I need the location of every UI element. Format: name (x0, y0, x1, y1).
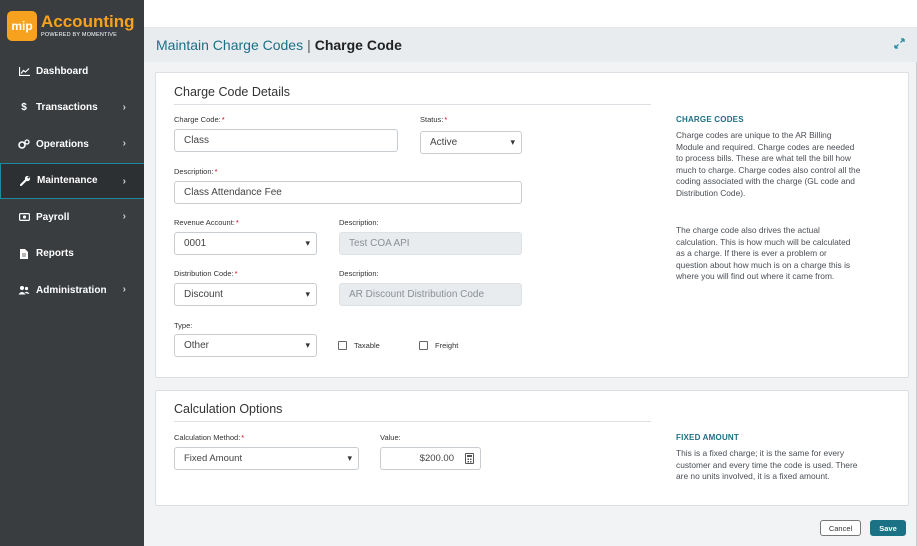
divider (174, 104, 651, 105)
main-content: Charge Code Details Charge Code:* Class … (144, 62, 917, 546)
calculation-method-label: Calculation Method:* (174, 433, 245, 442)
logo-text: Accounting POWERED BY MOMENTIVE (41, 13, 135, 39)
users-icon (17, 285, 31, 295)
sidebar-item-label: Payroll (36, 211, 70, 223)
money-icon (17, 213, 31, 222)
chevron-right-icon: › (122, 175, 126, 187)
checkbox-box[interactable] (419, 341, 428, 350)
taxable-label: Taxable (354, 341, 380, 350)
sidebar-item-dashboard[interactable]: Dashboard (0, 53, 144, 90)
description-input[interactable]: Class Attendance Fee (174, 181, 522, 204)
chevron-right-icon: › (122, 211, 126, 222)
cancel-button[interactable]: Cancel (820, 520, 861, 536)
charge-code-input[interactable]: Class (174, 129, 398, 152)
revenue-description-field: Test COA API (339, 232, 522, 255)
divider (174, 421, 651, 422)
status-select[interactable]: Active (420, 131, 522, 154)
chevron-right-icon: › (122, 101, 126, 113)
revenue-description-label: Description: (339, 218, 379, 227)
chart-line-icon (17, 66, 31, 76)
checkbox-box[interactable] (338, 341, 347, 350)
distribution-code-select[interactable]: Discount (174, 283, 317, 306)
chevron-right-icon: › (122, 138, 126, 149)
calculation-options-card: Calculation Options Calculation Method:*… (155, 390, 909, 506)
charge-code-label: Charge Code:* (174, 115, 225, 124)
app-logo[interactable]: mip Accounting POWERED BY MOMENTIVE (7, 10, 135, 42)
expand-icon[interactable] (894, 38, 905, 52)
distribution-description-label: Description: (339, 269, 379, 278)
distribution-code-label: Distribution Code:* (174, 269, 238, 278)
file-icon (17, 248, 31, 259)
type-label: Type: (174, 321, 193, 330)
breadcrumb[interactable]: Maintain Charge Codes (156, 37, 303, 53)
save-button[interactable]: Save (870, 520, 906, 536)
revenue-account-label: Revenue Account:* (174, 218, 239, 227)
breadcrumb-separator: | (307, 37, 311, 53)
value-text: $200.00 (419, 453, 454, 464)
page-header: Maintain Charge Codes | Charge Code (144, 28, 917, 62)
taxable-checkbox[interactable]: Taxable (338, 341, 380, 350)
help-paragraph: Charge codes are unique to the AR Billin… (676, 130, 861, 198)
help-title: FIXED AMOUNT (676, 433, 739, 442)
description-label: Description:* (174, 167, 218, 176)
app-name: Accounting (41, 12, 135, 31)
calculator-icon[interactable] (465, 453, 474, 464)
sidebar-item-label: Reports (36, 248, 74, 260)
value-input[interactable]: $200.00 (380, 447, 481, 470)
dollar-icon: $ (21, 102, 27, 114)
logo-mark: mip (7, 11, 37, 41)
powered-by: POWERED BY MOMENTIVE (41, 32, 118, 38)
wrench-icon (18, 175, 32, 187)
help-title: CHARGE CODES (676, 115, 744, 124)
freight-checkbox[interactable]: Freight (419, 341, 458, 350)
sidebar-item-reports[interactable]: Reports (0, 236, 144, 273)
help-paragraph: The charge code also drives the actual c… (676, 225, 851, 282)
sidebar-item-label: Maintenance (37, 175, 98, 187)
gears-icon (17, 139, 31, 150)
charge-code-details-card: Charge Code Details Charge Code:* Class … (155, 72, 909, 378)
value-label: Value: (380, 433, 401, 442)
sidebar-item-operations[interactable]: Operations › (0, 126, 144, 163)
sidebar-item-transactions[interactable]: $ Transactions › (0, 90, 144, 127)
revenue-account-select[interactable]: 0001 (174, 232, 317, 255)
calculation-method-select[interactable]: Fixed Amount (174, 447, 359, 470)
sidebar-item-payroll[interactable]: Payroll › (0, 199, 144, 236)
top-bar (144, 0, 917, 28)
sidebar-item-administration[interactable]: Administration › (0, 272, 144, 309)
type-select[interactable]: Other (174, 334, 317, 357)
sidebar-nav: Dashboard $ Transactions › Operations › … (0, 53, 144, 309)
page-title: Charge Code (314, 37, 402, 53)
sidebar-item-maintenance[interactable]: Maintenance › (0, 162, 144, 199)
help-paragraph: This is a fixed charge; it is the same f… (676, 448, 858, 482)
freight-label: Freight (435, 341, 459, 350)
distribution-description-field: AR Discount Distribution Code (339, 283, 522, 306)
status-label: Status:* (420, 115, 448, 124)
chevron-right-icon: › (122, 284, 126, 295)
section-title: Calculation Options (174, 402, 283, 416)
sidebar: mip Accounting POWERED BY MOMENTIVE Dash… (0, 0, 144, 546)
sidebar-item-label: Transactions (36, 102, 98, 114)
section-title: Charge Code Details (174, 85, 291, 99)
sidebar-item-label: Administration (36, 284, 107, 296)
sidebar-item-label: Dashboard (36, 65, 89, 77)
sidebar-item-label: Operations (36, 138, 89, 150)
